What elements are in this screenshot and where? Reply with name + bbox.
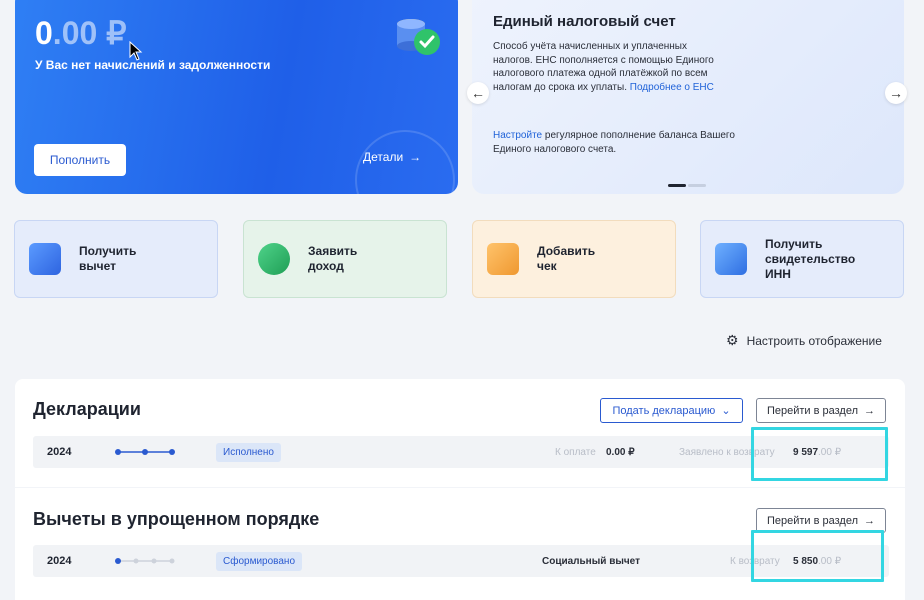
row-year: 2024 xyxy=(47,555,72,567)
ens-card: Единый налоговый счет Способ учёта начис… xyxy=(472,0,904,194)
carousel-next-button[interactable]: → xyxy=(885,82,907,104)
balance-amount-int: 0 xyxy=(35,15,53,51)
submit-declaration-button[interactable]: Подать декларацию ⌄ xyxy=(600,398,743,423)
ens-title: Единый налоговый счет xyxy=(493,13,676,30)
action-label: Получить вычет xyxy=(79,244,137,273)
section-title: Вычеты в упрощенном порядке xyxy=(33,509,320,529)
ens-setup-link[interactable]: Настройте xyxy=(493,130,542,141)
action-add-receipt[interactable]: Добавить чек xyxy=(472,220,676,298)
display-settings-label: Настроить отображение xyxy=(746,333,882,348)
wallet-icon xyxy=(29,243,61,275)
deduction-type: Социальный вычет xyxy=(542,555,641,567)
arrow-right-icon: → xyxy=(864,404,876,417)
details-link[interactable]: Детали → xyxy=(363,150,421,164)
balance-card: 0.00 ₽ У Вас нет начислений и задолженно… xyxy=(15,0,458,194)
gear-icon: ⚙ xyxy=(726,332,739,348)
monitor-icon xyxy=(715,243,747,275)
ens-more-link[interactable]: Подробнее о ЕНС xyxy=(630,82,714,93)
display-settings-link[interactable]: ⚙ Настроить отображение xyxy=(726,332,882,349)
ens-text: Способ учёта начисленных и уплаченных на… xyxy=(493,40,718,94)
section-title: Декларации xyxy=(33,399,141,419)
progress-steps xyxy=(115,558,175,564)
goto-label: Перейти в раздел xyxy=(766,404,859,417)
status-badge: Сформировано xyxy=(216,551,303,571)
carousel-dot[interactable] xyxy=(688,184,706,187)
arrow-right-icon: → xyxy=(409,150,422,164)
highlight-box xyxy=(751,530,884,582)
coins-check-icon xyxy=(397,19,440,55)
carousel-prev-button[interactable]: ← xyxy=(467,82,489,104)
status-badge: Исполнено xyxy=(216,442,281,462)
chevron-down-icon: ⌄ xyxy=(721,405,731,417)
ens-setup-text: Настройте регулярное пополнение баланса … xyxy=(493,129,743,156)
action-declare-income[interactable]: Заявить доход xyxy=(243,220,447,298)
action-get-deduction[interactable]: Получить вычет xyxy=(14,220,218,298)
action-label: Получить свидетельство ИНН xyxy=(765,236,856,281)
ruble-coin-icon xyxy=(258,243,290,275)
action-label: Добавить чек xyxy=(537,244,596,273)
goto-declarations-button[interactable]: Перейти в раздел → xyxy=(756,398,886,423)
row-year: 2024 xyxy=(47,446,72,458)
balance-subtitle: У Вас нет начислений и задолженности xyxy=(35,58,271,72)
details-label: Детали xyxy=(363,150,404,164)
pay-label: К оплате xyxy=(555,446,596,458)
highlight-box xyxy=(751,427,888,481)
mouse-cursor-icon xyxy=(129,41,143,61)
progress-steps xyxy=(115,449,175,455)
goto-label: Перейти в раздел xyxy=(766,514,859,527)
pay-value: 0.00 ₽ xyxy=(606,446,635,458)
arrow-right-icon: → xyxy=(864,514,876,527)
action-label: Заявить доход xyxy=(308,244,358,273)
balance-amount-dec: .00 ₽ xyxy=(52,15,127,51)
balance-amount: 0.00 ₽ xyxy=(35,14,127,52)
carousel-dot[interactable] xyxy=(668,184,686,187)
receipt-icon xyxy=(487,243,519,275)
submit-declaration-label: Подать декларацию xyxy=(612,404,716,417)
carousel-dots xyxy=(668,184,706,187)
topup-button[interactable]: Пополнить xyxy=(34,144,126,176)
action-get-inn-certificate[interactable]: Получить свидетельство ИНН xyxy=(700,220,904,298)
